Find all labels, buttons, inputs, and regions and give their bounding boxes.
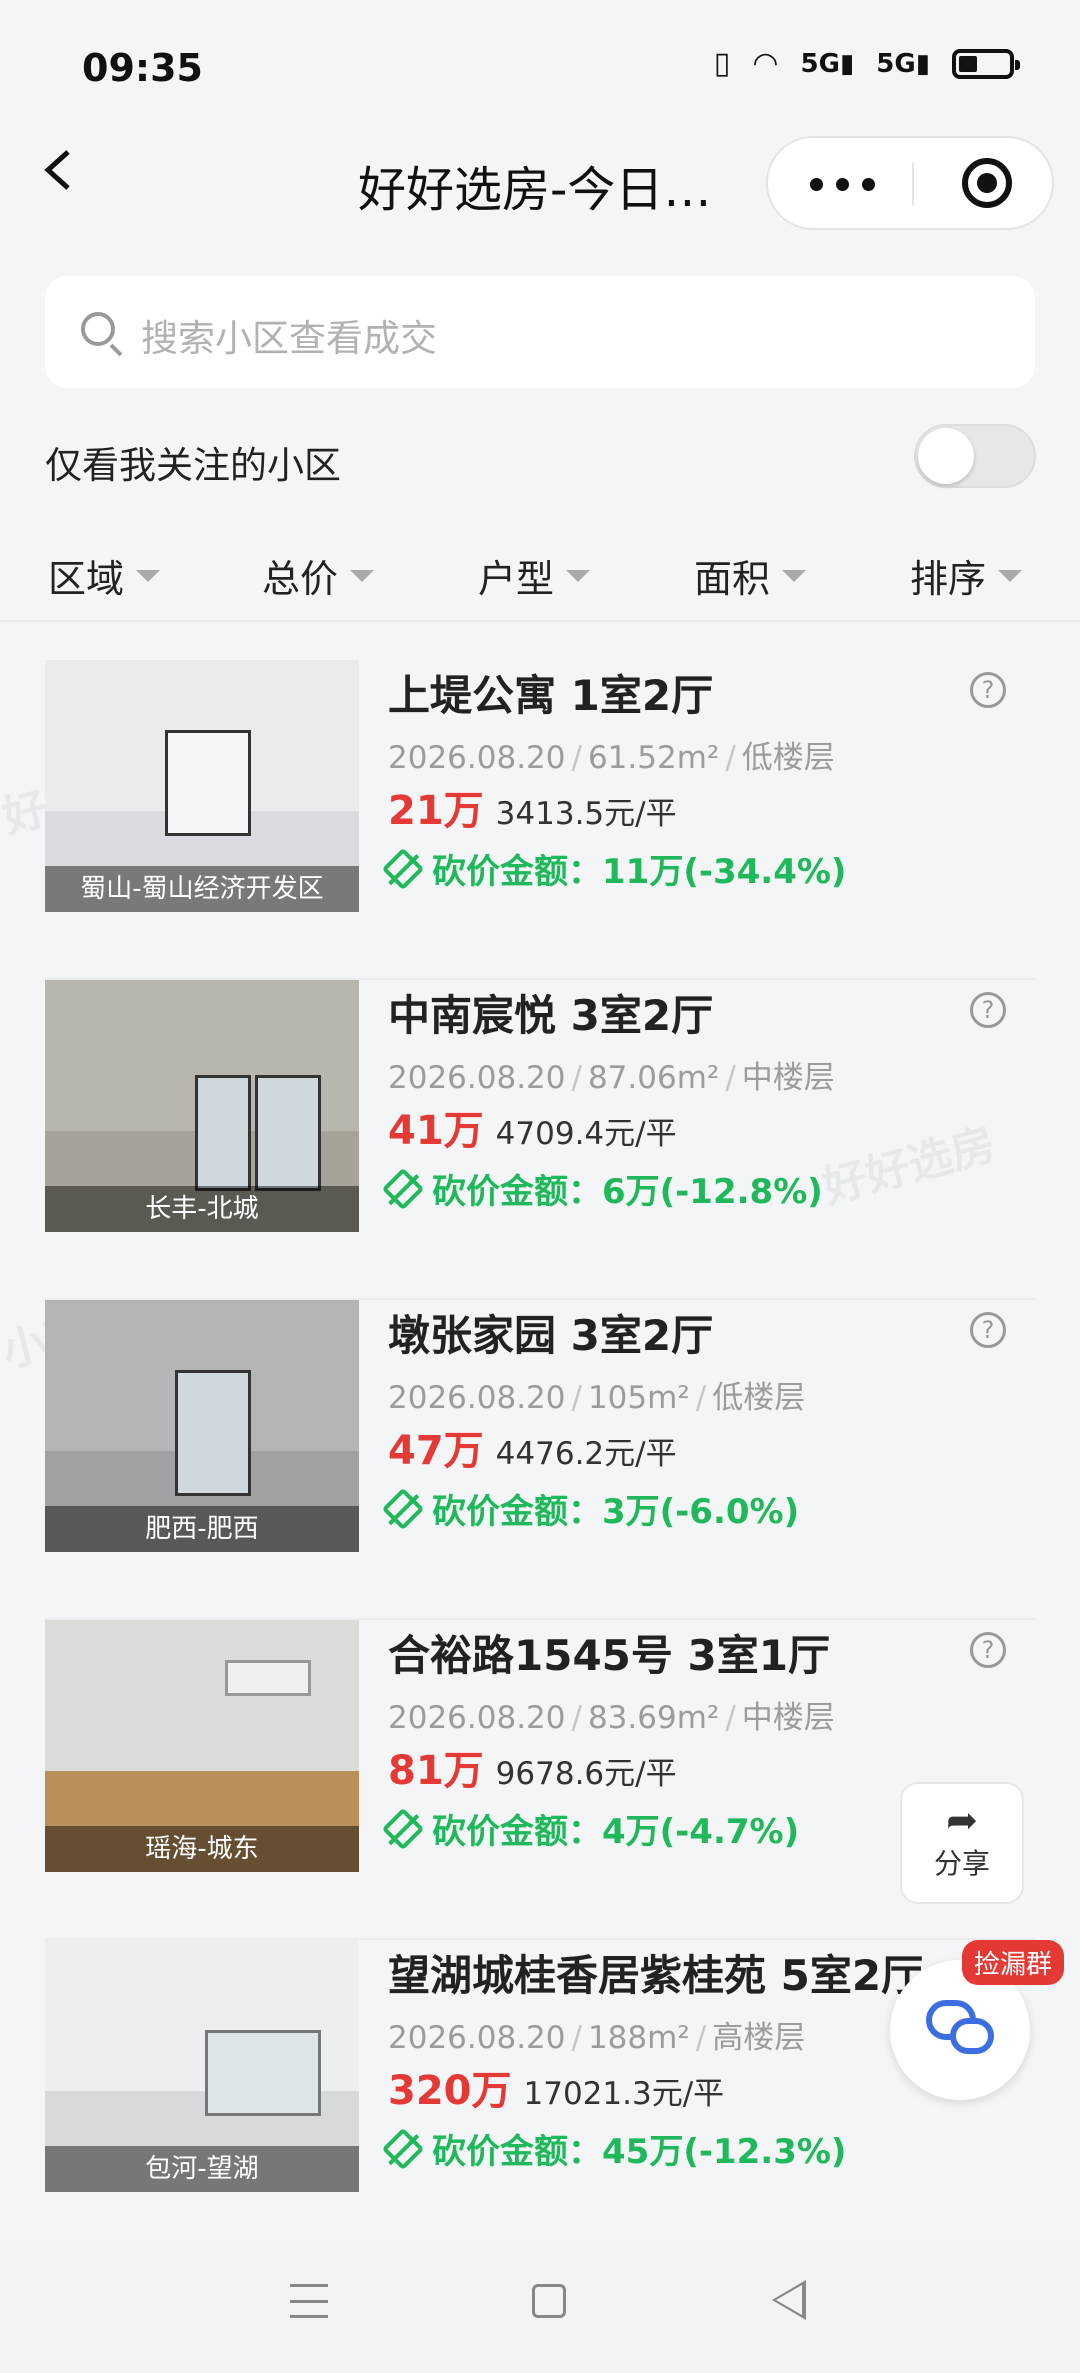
listing-meta: 2026.08.20/83.69m² / 中楼层: [388, 1700, 835, 1736]
status-icons: ▯ ◠ 5G▮ 5G▮: [713, 46, 1020, 81]
battery-icon: [952, 48, 1020, 79]
listing-title: 墩张家园 3室2厅: [388, 1311, 714, 1360]
listing-meta: 2026.08.20/188m² / 高楼层: [388, 2020, 806, 2056]
caret-down-icon: [350, 569, 375, 582]
back-icon[interactable]: [40, 150, 80, 190]
listing-photo: 包河-望湖: [45, 1940, 359, 2192]
listing-location: 蜀山-蜀山经济开发区: [45, 866, 359, 912]
price-cut: 砍价金额：6万(-12.8%): [381, 1164, 823, 1213]
filter-area[interactable]: 面积: [694, 548, 807, 603]
caret-down-icon: [998, 569, 1023, 582]
caret-down-icon: [782, 569, 807, 582]
search-icon: [81, 312, 115, 346]
listing-photo: 瑶海-城东: [45, 1620, 359, 1872]
listing-title: 合裕路1545号 3室1厅: [388, 1631, 830, 1680]
follow-filter-label: 仅看我关注的小区: [45, 444, 341, 487]
price-cut: 砍价金额：4万(-4.7%): [381, 1804, 799, 1853]
filter-layout[interactable]: 户型: [478, 548, 591, 603]
filter-divider: [0, 620, 1080, 622]
page-title: 好好选房-今日…: [358, 162, 712, 218]
listing-price: 320万 17021.3元/平: [388, 2068, 725, 2114]
help-icon[interactable]: ?: [970, 992, 1006, 1028]
listing-location: 肥西-肥西: [45, 1506, 359, 1552]
filter-sort[interactable]: 排序: [910, 548, 1023, 603]
listing-price: 81万 9678.6元/平: [388, 1748, 677, 1794]
listing-price: 21万 3413.5元/平: [388, 788, 677, 834]
listing-card[interactable]: 肥西-肥西 墩张家园 3室2厅 ? 2026.08.20/105m² / 低楼层 4…: [0, 1300, 1080, 1620]
back-triangle-icon[interactable]: [772, 2280, 806, 2320]
filter-region[interactable]: 区域: [48, 548, 161, 603]
help-icon[interactable]: ?: [970, 672, 1006, 708]
listing-meta: 2026.08.20/87.06m² / 中楼层: [388, 1060, 835, 1096]
caret-down-icon: [566, 569, 591, 582]
miniprogram-capsule: [766, 136, 1054, 230]
listing-meta: 2026.08.20/61.52m² / 低楼层: [388, 740, 835, 776]
signal-icon: 5G▮: [876, 48, 930, 79]
price-cut: 砍价金额：11万(-34.4%): [381, 844, 846, 893]
price-cut: 砍价金额：3万(-6.0%): [381, 1484, 799, 1533]
group-badge: 捡漏群: [962, 1940, 1065, 1985]
listing-photo: 肥西-肥西: [45, 1300, 359, 1552]
search-placeholder: 搜索小区查看成交: [141, 317, 437, 360]
price-tag-icon: [381, 847, 425, 890]
listing-price: 47万 4476.2元/平: [388, 1428, 677, 1474]
system-nav-bar: [0, 2240, 1080, 2373]
close-miniprogram-icon[interactable]: [962, 158, 1012, 208]
caret-down-icon: [136, 569, 161, 582]
search-input[interactable]: 搜索小区查看成交: [45, 276, 1035, 388]
share-icon: ➦: [946, 1798, 978, 1842]
listing-title: 上堤公寓 1室2厅: [388, 671, 714, 720]
price-tag-icon: [381, 1167, 425, 1210]
filter-price[interactable]: 总价: [262, 548, 375, 603]
menu-icon[interactable]: [290, 2284, 328, 2318]
price-cut: 砍价金额：45万(-12.3%): [381, 2124, 846, 2173]
listing-card[interactable]: 蜀山-蜀山经济开发区 上堤公寓 1室2厅 ? 2026.08.20/61.52m…: [0, 660, 1080, 980]
listing-photo: 长丰-北城: [45, 980, 359, 1232]
help-icon[interactable]: ?: [970, 1632, 1006, 1668]
listing-card[interactable]: 长丰-北城 中南宸悦 3室2厅 ? 2026.08.20/87.06m² / 中楼层…: [0, 980, 1080, 1300]
price-tag-icon: [381, 1807, 425, 1850]
signal-icon: 5G▮: [800, 48, 855, 79]
listing-title: 望湖城桂香居紫桂苑 5室2厅: [388, 1951, 924, 2000]
wifi-icon: ◠: [752, 46, 779, 81]
listing-location: 长丰-北城: [45, 1186, 359, 1232]
price-tag-icon: [381, 2127, 425, 2170]
home-icon[interactable]: [532, 2284, 566, 2318]
help-icon[interactable]: ?: [970, 1312, 1006, 1348]
listing-price: 41万 4709.4元/平: [388, 1108, 677, 1154]
more-icon[interactable]: [810, 178, 875, 191]
share-label: 分享: [933, 1847, 990, 1880]
share-button[interactable]: ➦ 分享: [900, 1782, 1024, 1904]
listing-location: 瑶海-城东: [45, 1826, 359, 1872]
listing-meta: 2026.08.20/105m² / 低楼层: [388, 1380, 806, 1416]
vibrate-icon: ▯: [713, 46, 731, 81]
listing-location: 包河-望湖: [45, 2146, 359, 2192]
follow-toggle[interactable]: [914, 424, 1036, 488]
listing-photo: 蜀山-蜀山经济开发区: [45, 660, 359, 912]
status-time: 09:35: [82, 46, 203, 90]
price-tag-icon: [381, 1487, 425, 1530]
listing-title: 中南宸悦 3室2厅: [388, 991, 714, 1040]
